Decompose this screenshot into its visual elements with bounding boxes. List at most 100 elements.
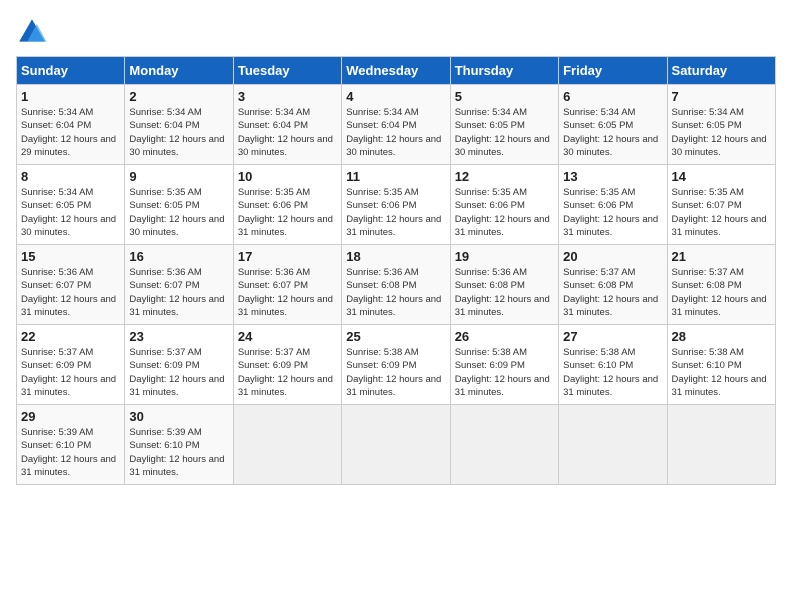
calendar-day: 28 Sunrise: 5:38 AM Sunset: 6:10 PM Dayl… [667,325,775,405]
day-number: 29 [21,409,120,424]
day-number: 9 [129,169,228,184]
day-info: Sunrise: 5:38 AM Sunset: 6:09 PM Dayligh… [346,346,445,399]
calendar-day: 25 Sunrise: 5:38 AM Sunset: 6:09 PM Dayl… [342,325,450,405]
day-number: 24 [238,329,337,344]
day-info: Sunrise: 5:34 AM Sunset: 6:05 PM Dayligh… [672,106,771,159]
day-number: 12 [455,169,554,184]
calendar-day: 23 Sunrise: 5:37 AM Sunset: 6:09 PM Dayl… [125,325,233,405]
day-number: 27 [563,329,662,344]
day-number: 13 [563,169,662,184]
day-number: 7 [672,89,771,104]
calendar-day [450,405,558,485]
calendar-day: 15 Sunrise: 5:36 AM Sunset: 6:07 PM Dayl… [17,245,125,325]
day-info: Sunrise: 5:39 AM Sunset: 6:10 PM Dayligh… [129,426,228,479]
day-number: 14 [672,169,771,184]
day-info: Sunrise: 5:34 AM Sunset: 6:04 PM Dayligh… [129,106,228,159]
day-number: 8 [21,169,120,184]
calendar-day: 17 Sunrise: 5:36 AM Sunset: 6:07 PM Dayl… [233,245,341,325]
calendar-day: 5 Sunrise: 5:34 AM Sunset: 6:05 PM Dayli… [450,85,558,165]
day-info: Sunrise: 5:36 AM Sunset: 6:07 PM Dayligh… [21,266,120,319]
calendar-day: 10 Sunrise: 5:35 AM Sunset: 6:06 PM Dayl… [233,165,341,245]
calendar-day: 27 Sunrise: 5:38 AM Sunset: 6:10 PM Dayl… [559,325,667,405]
day-info: Sunrise: 5:37 AM Sunset: 6:09 PM Dayligh… [129,346,228,399]
day-number: 28 [672,329,771,344]
day-number: 6 [563,89,662,104]
day-number: 1 [21,89,120,104]
calendar-day: 8 Sunrise: 5:34 AM Sunset: 6:05 PM Dayli… [17,165,125,245]
day-info: Sunrise: 5:37 AM Sunset: 6:09 PM Dayligh… [21,346,120,399]
calendar-day: 19 Sunrise: 5:36 AM Sunset: 6:08 PM Dayl… [450,245,558,325]
calendar-day: 4 Sunrise: 5:34 AM Sunset: 6:04 PM Dayli… [342,85,450,165]
calendar-day: 12 Sunrise: 5:35 AM Sunset: 6:06 PM Dayl… [450,165,558,245]
day-number: 21 [672,249,771,264]
day-info: Sunrise: 5:35 AM Sunset: 6:06 PM Dayligh… [346,186,445,239]
header-day: Monday [125,57,233,85]
calendar-table: SundayMondayTuesdayWednesdayThursdayFrid… [16,56,776,485]
calendar-day: 9 Sunrise: 5:35 AM Sunset: 6:05 PM Dayli… [125,165,233,245]
day-number: 17 [238,249,337,264]
calendar-day: 11 Sunrise: 5:35 AM Sunset: 6:06 PM Dayl… [342,165,450,245]
calendar-day: 16 Sunrise: 5:36 AM Sunset: 6:07 PM Dayl… [125,245,233,325]
day-info: Sunrise: 5:34 AM Sunset: 6:04 PM Dayligh… [238,106,337,159]
calendar-day [559,405,667,485]
calendar-day: 6 Sunrise: 5:34 AM Sunset: 6:05 PM Dayli… [559,85,667,165]
header-day: Thursday [450,57,558,85]
day-number: 20 [563,249,662,264]
calendar-day: 1 Sunrise: 5:34 AM Sunset: 6:04 PM Dayli… [17,85,125,165]
day-number: 23 [129,329,228,344]
logo-icon [16,16,48,48]
day-number: 22 [21,329,120,344]
logo [16,16,52,48]
day-number: 4 [346,89,445,104]
day-info: Sunrise: 5:36 AM Sunset: 6:07 PM Dayligh… [238,266,337,319]
day-number: 11 [346,169,445,184]
header-day: Wednesday [342,57,450,85]
page-header [16,16,776,48]
day-number: 2 [129,89,228,104]
calendar-day: 13 Sunrise: 5:35 AM Sunset: 6:06 PM Dayl… [559,165,667,245]
calendar-day [342,405,450,485]
day-info: Sunrise: 5:36 AM Sunset: 6:08 PM Dayligh… [455,266,554,319]
day-info: Sunrise: 5:34 AM Sunset: 6:05 PM Dayligh… [21,186,120,239]
day-info: Sunrise: 5:38 AM Sunset: 6:10 PM Dayligh… [563,346,662,399]
day-info: Sunrise: 5:37 AM Sunset: 6:08 PM Dayligh… [563,266,662,319]
header-day: Sunday [17,57,125,85]
calendar-day: 22 Sunrise: 5:37 AM Sunset: 6:09 PM Dayl… [17,325,125,405]
day-info: Sunrise: 5:35 AM Sunset: 6:06 PM Dayligh… [455,186,554,239]
day-number: 19 [455,249,554,264]
day-number: 16 [129,249,228,264]
day-number: 26 [455,329,554,344]
calendar-day: 30 Sunrise: 5:39 AM Sunset: 6:10 PM Dayl… [125,405,233,485]
day-info: Sunrise: 5:39 AM Sunset: 6:10 PM Dayligh… [21,426,120,479]
calendar-day: 29 Sunrise: 5:39 AM Sunset: 6:10 PM Dayl… [17,405,125,485]
calendar-day: 14 Sunrise: 5:35 AM Sunset: 6:07 PM Dayl… [667,165,775,245]
day-info: Sunrise: 5:37 AM Sunset: 6:08 PM Dayligh… [672,266,771,319]
day-number: 15 [21,249,120,264]
calendar-week-row: 29 Sunrise: 5:39 AM Sunset: 6:10 PM Dayl… [17,405,776,485]
day-info: Sunrise: 5:34 AM Sunset: 6:04 PM Dayligh… [346,106,445,159]
calendar-day: 21 Sunrise: 5:37 AM Sunset: 6:08 PM Dayl… [667,245,775,325]
calendar-day: 24 Sunrise: 5:37 AM Sunset: 6:09 PM Dayl… [233,325,341,405]
day-info: Sunrise: 5:36 AM Sunset: 6:07 PM Dayligh… [129,266,228,319]
day-number: 3 [238,89,337,104]
header-day: Tuesday [233,57,341,85]
day-info: Sunrise: 5:34 AM Sunset: 6:05 PM Dayligh… [455,106,554,159]
header-day: Friday [559,57,667,85]
header-row: SundayMondayTuesdayWednesdayThursdayFrid… [17,57,776,85]
calendar-week-row: 15 Sunrise: 5:36 AM Sunset: 6:07 PM Dayl… [17,245,776,325]
calendar-week-row: 1 Sunrise: 5:34 AM Sunset: 6:04 PM Dayli… [17,85,776,165]
calendar-day [667,405,775,485]
day-info: Sunrise: 5:35 AM Sunset: 6:06 PM Dayligh… [563,186,662,239]
day-info: Sunrise: 5:38 AM Sunset: 6:10 PM Dayligh… [672,346,771,399]
day-info: Sunrise: 5:38 AM Sunset: 6:09 PM Dayligh… [455,346,554,399]
header-day: Saturday [667,57,775,85]
calendar-week-row: 22 Sunrise: 5:37 AM Sunset: 6:09 PM Dayl… [17,325,776,405]
day-info: Sunrise: 5:35 AM Sunset: 6:05 PM Dayligh… [129,186,228,239]
day-info: Sunrise: 5:35 AM Sunset: 6:06 PM Dayligh… [238,186,337,239]
calendar-week-row: 8 Sunrise: 5:34 AM Sunset: 6:05 PM Dayli… [17,165,776,245]
day-number: 10 [238,169,337,184]
calendar-day: 7 Sunrise: 5:34 AM Sunset: 6:05 PM Dayli… [667,85,775,165]
day-info: Sunrise: 5:34 AM Sunset: 6:04 PM Dayligh… [21,106,120,159]
calendar-day: 18 Sunrise: 5:36 AM Sunset: 6:08 PM Dayl… [342,245,450,325]
day-number: 18 [346,249,445,264]
